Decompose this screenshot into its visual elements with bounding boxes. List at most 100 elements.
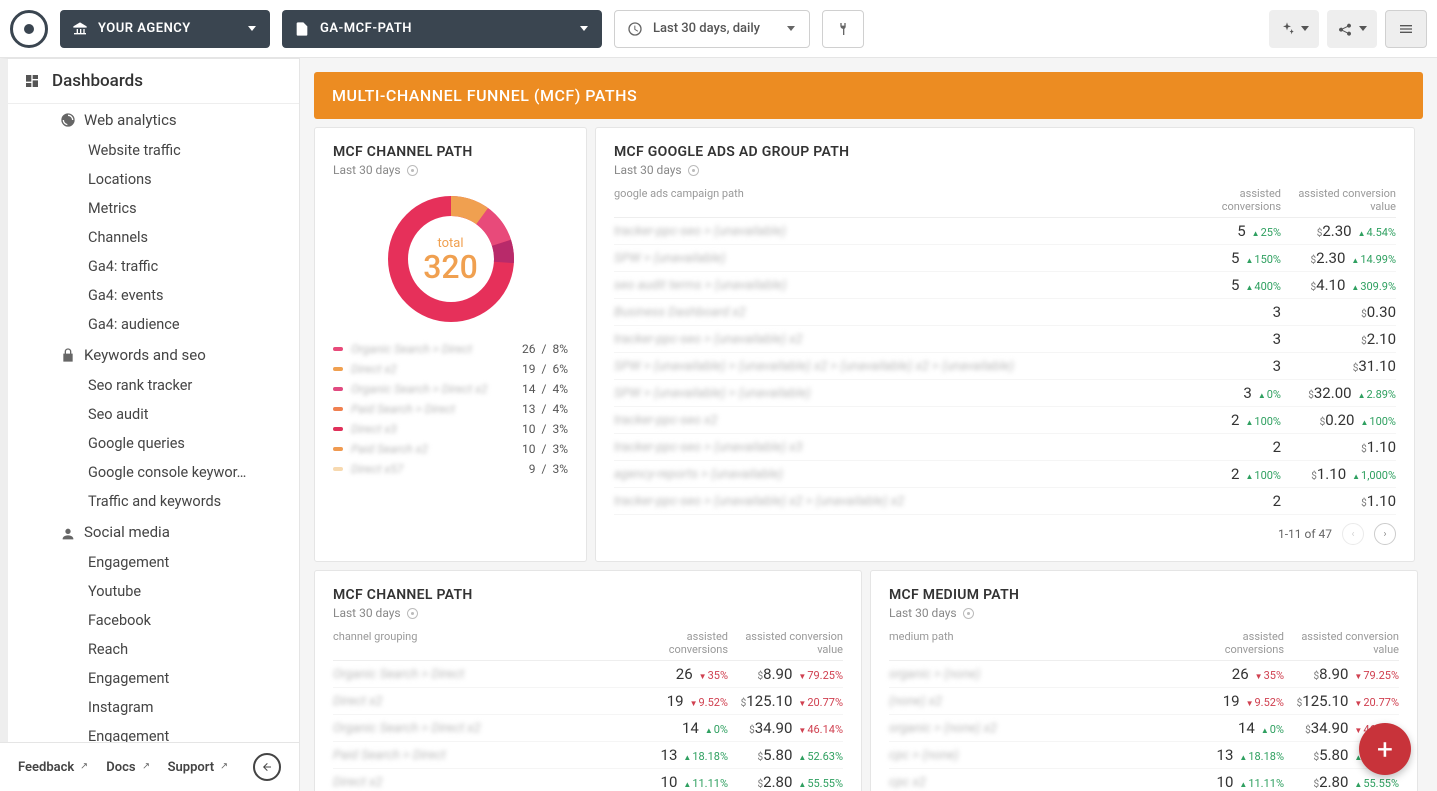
sidebar-item[interactable]: Locations xyxy=(8,165,299,194)
agency-label: YOUR AGENCY xyxy=(98,21,191,36)
cell-av: $2.30 xyxy=(1317,222,1352,240)
pager-prev-button[interactable]: ‹ xyxy=(1342,523,1364,545)
legend-row: Paid Search x210 / 3% xyxy=(333,439,568,459)
legend-value: 13 xyxy=(522,402,536,416)
table-row: organic > (none) x2140%$34.9046.14% xyxy=(889,715,1399,742)
sidebar-item[interactable]: Google console keywor… xyxy=(8,458,299,487)
share-button[interactable] xyxy=(1327,10,1377,48)
legend-pct: 3% xyxy=(552,462,568,476)
cell-av: $1.10 xyxy=(1311,465,1346,483)
cell-label: agency-reports > (unavailable) xyxy=(614,467,1191,482)
cell-av-pct: 20.77% xyxy=(1354,696,1399,709)
sidebar-item[interactable]: Seo audit xyxy=(8,400,299,429)
card-title: MCF MEDIUM PATH xyxy=(889,587,1399,603)
sidebar-item[interactable]: Facebook xyxy=(8,606,299,635)
sidebar-group[interactable]: Social media xyxy=(8,516,299,548)
cell-av: $125.10 xyxy=(741,692,793,710)
sidebar-header[interactable]: Dashboards xyxy=(8,59,299,104)
plug-button[interactable] xyxy=(822,10,864,48)
menu-button[interactable] xyxy=(1385,10,1427,48)
legend-pct: 3% xyxy=(552,442,568,456)
caret-icon xyxy=(248,26,256,31)
cell-ac-pct: 0% xyxy=(1258,388,1281,401)
support-link[interactable]: Support xyxy=(168,760,229,775)
sidebar-item[interactable]: Engagement xyxy=(8,548,299,577)
sidebar-item[interactable]: Youtube xyxy=(8,577,299,606)
sidebar-item[interactable]: Traffic and keywords xyxy=(8,487,299,516)
cell-ac: 13 xyxy=(661,746,678,764)
cell-ac-pct: 0% xyxy=(705,723,728,736)
sidebar-item[interactable]: Ga4: traffic xyxy=(8,252,299,281)
sparkle-icon xyxy=(1279,21,1295,37)
cell-label: (none) x2 xyxy=(889,694,1194,709)
card-subtitle: Last 30 days xyxy=(889,606,957,620)
external-icon xyxy=(78,762,88,772)
cell-ac-pct: 35% xyxy=(699,669,728,682)
theme-button[interactable] xyxy=(1269,10,1319,48)
report-label: GA-MCF-PATH xyxy=(320,21,412,36)
cell-label: cpc x2 xyxy=(889,775,1194,790)
collapse-sidebar-button[interactable] xyxy=(253,753,281,781)
report-selector[interactable]: GA-MCF-PATH xyxy=(282,10,602,48)
col-header: assisted conversion value xyxy=(728,630,843,656)
cell-av: $8.90 xyxy=(758,665,793,683)
legend-pct: 4% xyxy=(552,382,568,396)
table-row: cpc > (none)1318.18%$5.8052.63% xyxy=(889,742,1399,769)
col-header: assisted conversion value xyxy=(1281,187,1396,213)
fab-add-button[interactable]: + xyxy=(1359,723,1411,775)
sidebar-item[interactable]: Google queries xyxy=(8,429,299,458)
cell-av: $31.10 xyxy=(1353,357,1396,375)
cell-av-pct: 1,000% xyxy=(1352,469,1396,482)
agency-selector[interactable]: YOUR AGENCY xyxy=(60,10,270,48)
clock-icon xyxy=(627,21,643,37)
legend-swatch xyxy=(333,347,343,351)
sidebar: Dashboards Web analyticsWebsite trafficL… xyxy=(0,58,300,791)
daterange-selector[interactable]: Last 30 days, daily xyxy=(614,10,810,48)
donut-chart: total 320 xyxy=(381,189,521,329)
sidebar-item[interactable]: Ga4: audience xyxy=(8,310,299,339)
sidebar-item[interactable]: Channels xyxy=(8,223,299,252)
sidebar-item[interactable]: Metrics xyxy=(8,194,299,223)
col-header: assisted conversions xyxy=(1191,187,1281,213)
cell-label: SPW > (unavailable) xyxy=(614,251,1191,266)
sidebar-item[interactable]: Engagement xyxy=(8,664,299,693)
docs-link[interactable]: Docs xyxy=(106,760,149,775)
col-header: assisted conversion value xyxy=(1284,630,1399,656)
feedback-link[interactable]: Feedback xyxy=(18,760,88,775)
sidebar-item[interactable]: Engagement xyxy=(8,722,299,742)
legend-label: Paid Search x2 xyxy=(351,442,522,456)
caret-icon xyxy=(787,26,795,31)
cell-ac-pct: 150% xyxy=(1245,253,1281,266)
donut-center-value: 320 xyxy=(423,251,478,283)
legend-label: Direct x3 xyxy=(351,422,522,436)
plug-icon xyxy=(835,21,851,37)
sidebar-item[interactable]: Seo rank tracker xyxy=(8,371,299,400)
table-row: tracker-ppc-seo > (unavailable)525%$2.30… xyxy=(614,218,1396,245)
sidebar-group[interactable]: Keywords and seo xyxy=(8,339,299,371)
table-row: organic > (none)2635%$8.9079.25% xyxy=(889,661,1399,688)
cell-label: tracker-ppc-seo > (unavailable) x2 xyxy=(614,332,1191,347)
table-row: Organic Search > Direct2635%$8.9079.25% xyxy=(333,661,843,688)
cell-av: $5.80 xyxy=(1314,746,1349,764)
table-row: agency-reports > (unavailable)2100%$1.10… xyxy=(614,461,1396,488)
legend-row: Paid Search > Direct13 / 4% xyxy=(333,399,568,419)
pager-text: 1-11 of 47 xyxy=(1278,527,1332,541)
table-row: SPW > (unavailable) > (unavailable)30%$3… xyxy=(614,380,1396,407)
table-row: SPW > (unavailable) > (unavailable) x2 >… xyxy=(614,353,1396,380)
cell-av: $8.90 xyxy=(1314,665,1349,683)
pager-next-button[interactable]: › xyxy=(1374,523,1396,545)
sidebar-item[interactable]: Website traffic xyxy=(8,136,299,165)
hamburger-icon xyxy=(1398,21,1414,37)
logo[interactable] xyxy=(10,10,48,48)
cell-label: Paid Search > Direct xyxy=(333,748,638,763)
card-mcf-medium: MCF MEDIUM PATH Last 30 days medium path… xyxy=(870,570,1418,791)
sidebar-item[interactable]: Instagram xyxy=(8,693,299,722)
cell-label: SPW > (unavailable) > (unavailable) x2 >… xyxy=(614,359,1191,374)
legend-swatch xyxy=(333,447,343,451)
main-content: MULTI-CHANNEL FUNNEL (MCF) PATHS MCF CHA… xyxy=(300,58,1437,791)
sidebar-item[interactable]: Reach xyxy=(8,635,299,664)
sidebar-group[interactable]: Web analytics xyxy=(8,104,299,136)
cell-av-pct: 4.54% xyxy=(1358,226,1396,239)
legend-label: Organic Search > Direct xyxy=(351,342,522,356)
sidebar-item[interactable]: Ga4: events xyxy=(8,281,299,310)
